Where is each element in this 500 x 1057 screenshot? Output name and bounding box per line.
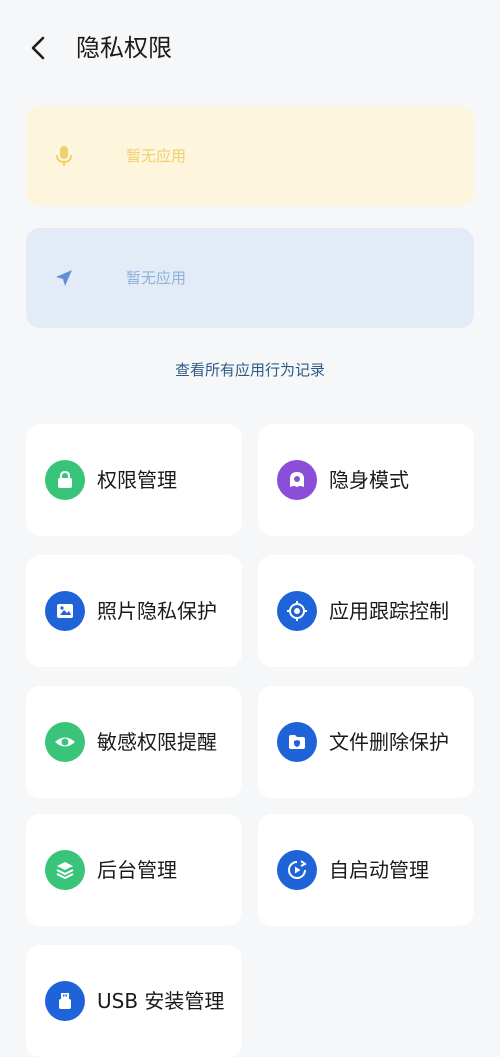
lock-icon	[45, 460, 85, 500]
tile-app-tracking-control[interactable]: 应用跟踪控制	[258, 555, 474, 667]
usb-icon	[45, 981, 85, 1021]
back-button[interactable]	[22, 30, 54, 66]
microphone-usage-text: 暂无应用	[126, 147, 187, 165]
tile-label: 文件删除保护	[329, 730, 449, 754]
tile-photo-privacy[interactable]: 照片隐私保护	[26, 555, 242, 667]
folder-shield-icon	[277, 722, 317, 762]
incognito-icon	[277, 460, 317, 500]
crosshair-icon	[277, 591, 317, 631]
tile-label: 自启动管理	[329, 858, 429, 882]
top-bar: 隐私权限	[0, 0, 500, 96]
tile-permission-management[interactable]: 权限管理	[26, 424, 242, 536]
tile-label: 隐身模式	[329, 468, 409, 492]
location-usage-text: 暂无应用	[126, 269, 187, 287]
tile-autostart-management[interactable]: 自启动管理	[258, 814, 474, 926]
tile-label: 后台管理	[97, 858, 177, 882]
location-arrow-icon	[52, 266, 76, 290]
tile-label: USB 安装管理	[97, 989, 225, 1013]
microphone-usage-card[interactable]: 暂无应用	[26, 106, 474, 206]
view-all-records-link[interactable]: 查看所有应用行为记录	[0, 356, 500, 384]
tile-label: 敏感权限提醒	[97, 730, 217, 754]
location-usage-card[interactable]: 暂无应用	[26, 228, 474, 328]
tile-label: 权限管理	[97, 468, 177, 492]
tile-label: 照片隐私保护	[97, 599, 217, 623]
tile-sensitive-permission-alert[interactable]: 敏感权限提醒	[26, 686, 242, 798]
microphone-icon	[52, 144, 76, 168]
chevron-left-icon	[31, 36, 45, 60]
tile-background-management[interactable]: 后台管理	[26, 814, 242, 926]
layers-icon	[45, 850, 85, 890]
tile-usb-install-management[interactable]: USB 安装管理	[26, 945, 242, 1057]
autostart-icon	[277, 850, 317, 890]
photo-icon	[45, 591, 85, 631]
tile-incognito-mode[interactable]: 隐身模式	[258, 424, 474, 536]
tile-label: 应用跟踪控制	[329, 599, 449, 623]
tile-file-deletion-protection[interactable]: 文件删除保护	[258, 686, 474, 798]
eye-icon	[45, 722, 85, 762]
page-title: 隐私权限	[76, 34, 172, 62]
